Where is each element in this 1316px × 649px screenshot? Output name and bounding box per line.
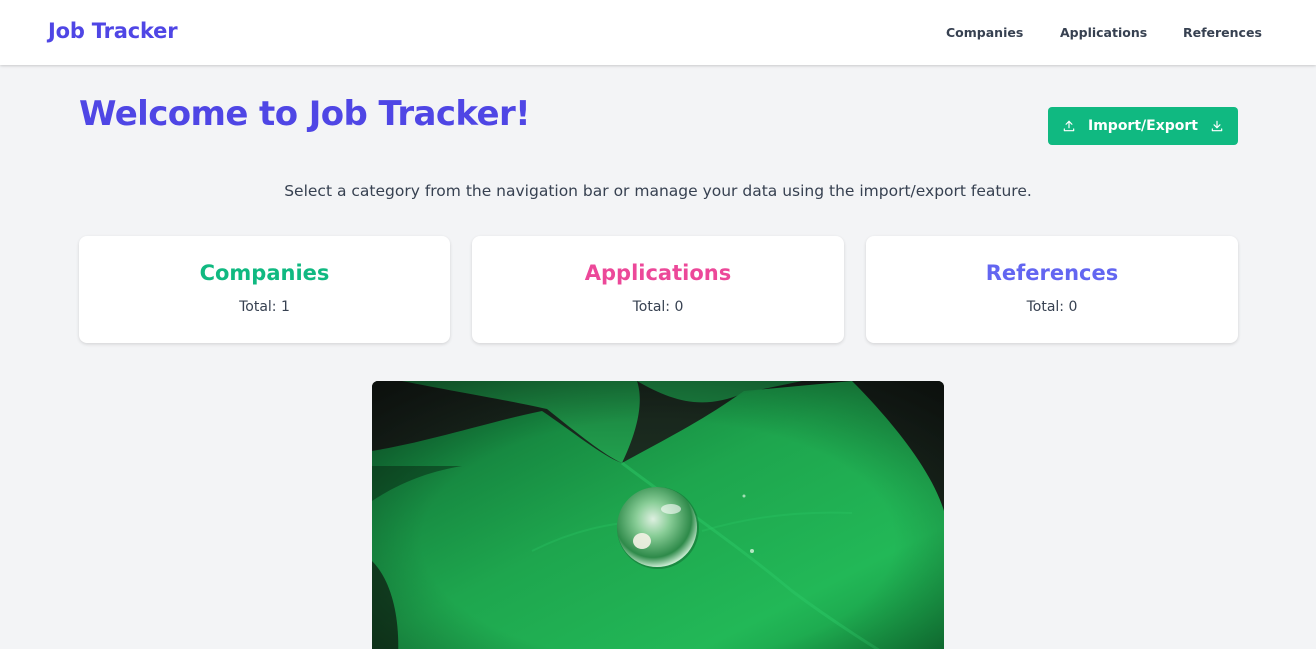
page-title: Welcome to Job Tracker! xyxy=(79,94,531,134)
card-references[interactable]: References Total: 0 xyxy=(866,236,1238,343)
card-title-applications: Applications xyxy=(584,261,732,285)
upload-icon xyxy=(1062,119,1076,133)
hero-image xyxy=(372,381,944,649)
page-subtitle: Select a category from the navigation ba… xyxy=(284,182,1032,200)
card-companies[interactable]: Companies Total: 1 xyxy=(79,236,450,343)
card-title-references: References xyxy=(985,261,1119,285)
top-navbar: Job Tracker Companies Applications Refer… xyxy=(0,0,1316,65)
card-total-applications: Total: 0 xyxy=(632,299,684,315)
import-export-button[interactable]: Import/Export xyxy=(1048,107,1238,145)
nav-link-references[interactable]: References xyxy=(1183,25,1262,40)
app-brand[interactable]: Job Tracker xyxy=(48,19,178,43)
card-total-companies: Total: 1 xyxy=(239,299,290,315)
download-icon xyxy=(1210,119,1224,133)
nav-link-applications[interactable]: Applications xyxy=(1060,25,1147,40)
card-total-references: Total: 0 xyxy=(1026,299,1078,315)
nav-link-companies[interactable]: Companies xyxy=(946,25,1023,40)
card-applications[interactable]: Applications Total: 0 xyxy=(472,236,844,343)
card-title-companies: Companies xyxy=(199,261,330,285)
import-export-label: Import/Export xyxy=(1088,118,1198,134)
